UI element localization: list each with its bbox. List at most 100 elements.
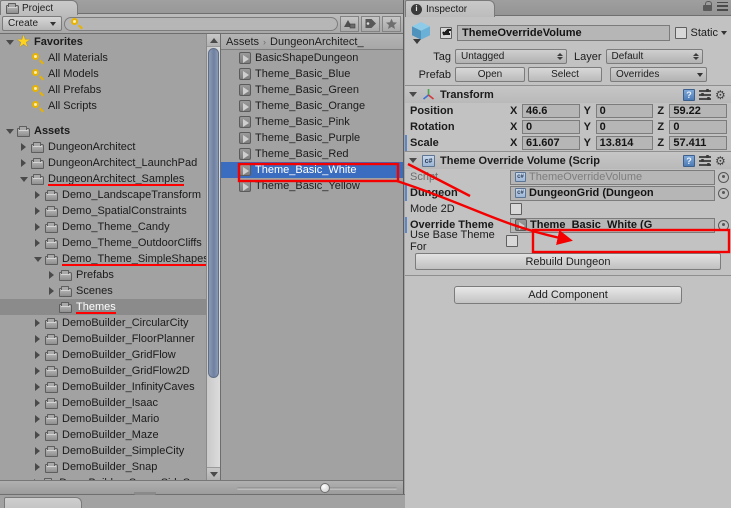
tree-row[interactable]: Assets bbox=[0, 123, 220, 139]
tree-row[interactable]: DemoBuilder_InfinityCaves bbox=[0, 379, 220, 395]
asset-row[interactable]: Theme_Basic_White bbox=[221, 162, 403, 178]
object-picker-icon[interactable] bbox=[718, 172, 729, 183]
tree-row[interactable]: Demo_Theme_OutdoorCliffs bbox=[0, 235, 220, 251]
twisty-icon[interactable] bbox=[32, 187, 43, 203]
twisty-icon[interactable] bbox=[32, 251, 43, 267]
prefab-select-button[interactable]: Select bbox=[528, 67, 602, 82]
favorite-filter-icon[interactable] bbox=[382, 16, 401, 32]
tree-scroll-thumb[interactable] bbox=[208, 48, 219, 378]
object-picker-icon[interactable] bbox=[718, 220, 729, 231]
object-picker-icon[interactable] bbox=[718, 188, 729, 199]
splitter-handle[interactable] bbox=[134, 492, 156, 495]
add-component-button[interactable]: Add Component bbox=[454, 286, 682, 304]
tree-row[interactable]: DemoBuilder_Snap bbox=[0, 459, 220, 475]
static-toggle-group[interactable]: Static bbox=[675, 27, 727, 39]
tree-row[interactable]: Demo_LandscapeTransform bbox=[0, 187, 220, 203]
scroll-down-arrow-icon[interactable] bbox=[207, 467, 220, 480]
tree-row[interactable]: DemoBuilder_CircularCity bbox=[0, 315, 220, 331]
twisty-icon[interactable] bbox=[32, 315, 43, 331]
search-input[interactable] bbox=[64, 17, 338, 31]
gear-icon[interactable]: ⚙ bbox=[715, 89, 727, 101]
asset-row[interactable]: Theme_Basic_Blue bbox=[221, 66, 403, 82]
static-dropdown-icon[interactable] bbox=[721, 31, 727, 35]
twisty-icon[interactable] bbox=[18, 139, 29, 155]
tree-row[interactable]: DungeonArchitect_Samples bbox=[0, 171, 220, 187]
twisty-icon[interactable] bbox=[32, 219, 43, 235]
transform-position-z-field[interactable]: 59.22 bbox=[669, 104, 727, 118]
lock-icon[interactable] bbox=[703, 1, 712, 11]
twisty-icon[interactable] bbox=[32, 331, 43, 347]
twisty-icon[interactable] bbox=[32, 459, 43, 475]
hamburger-menu-icon[interactable] bbox=[717, 2, 728, 11]
prefab-overrides-dropdown[interactable]: Overrides bbox=[610, 67, 707, 82]
tree-row[interactable]: DemoBuilder_SimpleCity bbox=[0, 443, 220, 459]
preset-icon[interactable] bbox=[699, 155, 711, 166]
tree-row[interactable]: DemoBuilder_Isaac bbox=[0, 395, 220, 411]
object-reference-field[interactable]: c#ThemeOverrideVolume bbox=[510, 170, 715, 185]
layer-dropdown[interactable]: Default bbox=[606, 49, 703, 64]
transform-rotation-x-field[interactable]: 0 bbox=[522, 120, 580, 134]
tree-row[interactable]: All Prefabs bbox=[0, 82, 220, 98]
transform-scale-x-field[interactable]: 61.607 bbox=[522, 136, 580, 150]
tree-row[interactable]: DemoBuilder_Snap_SideScroller bbox=[0, 475, 220, 480]
tree-row[interactable]: Demo_Theme_SimpleShapes bbox=[0, 251, 220, 267]
zoom-slider-knob[interactable] bbox=[320, 483, 330, 493]
gameobject-name-field[interactable]: ThemeOverrideVolume bbox=[457, 25, 670, 41]
tree-row[interactable]: Scenes bbox=[0, 283, 220, 299]
transform-position-x-field[interactable]: 46.6 bbox=[522, 104, 580, 118]
asset-rows[interactable]: BasicShapeDungeonTheme_Basic_BlueTheme_B… bbox=[221, 50, 403, 480]
asset-row[interactable]: Theme_Basic_Orange bbox=[221, 98, 403, 114]
transform-rotation-y-field[interactable]: 0 bbox=[596, 120, 654, 134]
tree-row[interactable]: Demo_Theme_Candy bbox=[0, 219, 220, 235]
breadcrumb-root[interactable]: Assets bbox=[226, 36, 259, 48]
twisty-icon[interactable] bbox=[32, 235, 43, 251]
scroll-up-arrow-icon[interactable] bbox=[207, 34, 220, 47]
asset-row[interactable]: Theme_Basic_Purple bbox=[221, 130, 403, 146]
tab-inspector[interactable]: i Inspector bbox=[405, 0, 495, 17]
field-checkbox[interactable] bbox=[510, 203, 522, 215]
object-reference-field[interactable]: Theme_Basic_White (G bbox=[510, 218, 715, 233]
twisty-icon[interactable] bbox=[18, 171, 29, 187]
twisty-icon[interactable] bbox=[4, 123, 15, 139]
tree-row[interactable]: All Scripts bbox=[0, 98, 220, 114]
twisty-icon[interactable] bbox=[46, 283, 57, 299]
twisty-icon[interactable] bbox=[32, 475, 40, 480]
help-book-icon[interactable]: ? bbox=[683, 89, 695, 101]
create-button[interactable]: Create bbox=[2, 16, 62, 31]
twisty-icon[interactable] bbox=[18, 155, 29, 171]
twisty-icon[interactable] bbox=[32, 203, 43, 219]
tree-row[interactable]: All Materials bbox=[0, 50, 220, 66]
gear-icon[interactable]: ⚙ bbox=[715, 155, 727, 167]
collapse-twisty-icon[interactable] bbox=[409, 158, 417, 163]
folder-tree[interactable]: ★FavoritesAll MaterialsAll ModelsAll Pre… bbox=[0, 34, 220, 480]
tree-row[interactable]: Prefabs bbox=[0, 267, 220, 283]
transform-position-y-field[interactable]: 0 bbox=[596, 104, 654, 118]
tab-project[interactable]: Project bbox=[0, 0, 78, 15]
static-checkbox[interactable] bbox=[675, 27, 687, 39]
zoom-slider-track[interactable] bbox=[237, 487, 397, 490]
twisty-icon[interactable] bbox=[32, 427, 43, 443]
twisty-icon[interactable] bbox=[32, 395, 43, 411]
tree-row[interactable]: ★Favorites bbox=[0, 34, 220, 50]
breadcrumb-current[interactable]: DungeonArchitect_ bbox=[270, 36, 364, 48]
asset-row[interactable]: Theme_Basic_Green bbox=[221, 82, 403, 98]
twisty-icon[interactable] bbox=[32, 379, 43, 395]
field-checkbox[interactable] bbox=[506, 235, 518, 247]
bottom-dock-tab[interactable] bbox=[4, 497, 82, 508]
twisty-icon[interactable] bbox=[32, 347, 43, 363]
prefab-open-button[interactable]: Open bbox=[455, 67, 525, 82]
tree-row[interactable]: DemoBuilder_FloorPlanner bbox=[0, 331, 220, 347]
type-filter-icon[interactable] bbox=[340, 16, 359, 32]
tree-row[interactable]: DemoBuilder_Maze bbox=[0, 427, 220, 443]
tree-row[interactable]: DemoBuilder_GridFlow bbox=[0, 347, 220, 363]
help-book-icon[interactable]: ? bbox=[683, 155, 695, 167]
collapse-twisty-icon[interactable] bbox=[409, 92, 417, 97]
tag-dropdown[interactable]: Untagged bbox=[455, 49, 567, 64]
tree-row[interactable]: Themes bbox=[0, 299, 220, 315]
tree-row[interactable]: DungeonArchitect_LaunchPad bbox=[0, 155, 220, 171]
object-reference-field[interactable]: c#DungeonGrid (Dungeon bbox=[510, 186, 715, 201]
preset-icon[interactable] bbox=[699, 89, 711, 100]
asset-row[interactable]: Theme_Basic_Yellow bbox=[221, 178, 403, 194]
asset-row[interactable]: Theme_Basic_Pink bbox=[221, 114, 403, 130]
tree-row[interactable]: DungeonArchitect bbox=[0, 139, 220, 155]
